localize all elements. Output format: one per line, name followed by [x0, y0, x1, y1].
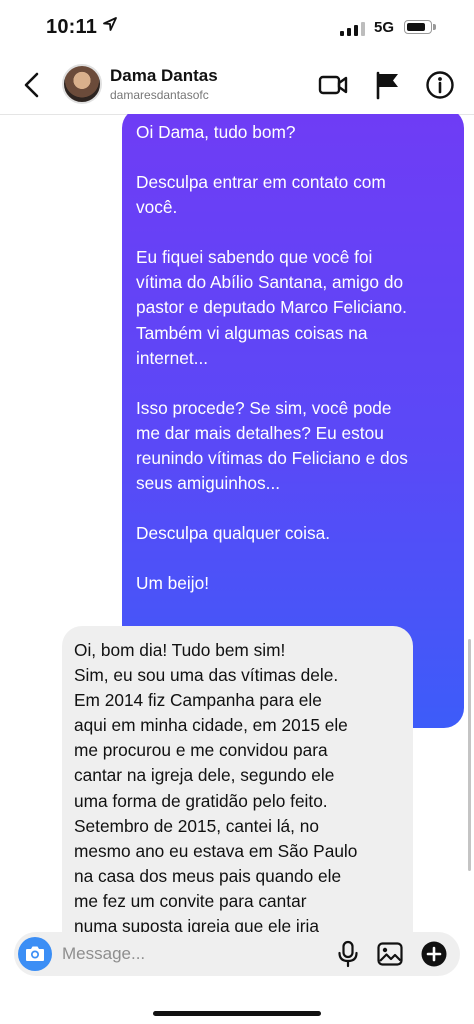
message-paragraph: Desculpa entrar em contato com você. [136, 172, 386, 218]
camera-icon [26, 946, 44, 961]
home-indicator[interactable] [153, 1011, 321, 1016]
add-icon[interactable] [420, 940, 448, 968]
message-line: aqui em minha cidade, em 2015 ele [74, 715, 348, 736]
message-line: me procurou e me convidou para [74, 740, 328, 761]
message-paragraph: Desculpa qualquer coisa. [136, 523, 331, 544]
camera-button[interactable] [18, 937, 52, 971]
message-composer[interactable]: Message... [14, 932, 460, 976]
avatar[interactable] [62, 64, 102, 104]
chat-header: Dama Dantas damaresdantasofc [0, 58, 474, 115]
message-line: Setembro de 2015, cantei lá, no [74, 815, 319, 836]
status-time: 10:11 [46, 16, 98, 38]
back-icon[interactable] [18, 70, 46, 100]
status-bar: 10:11 5G [0, 0, 474, 58]
info-icon[interactable] [425, 70, 455, 100]
message-line: me fez um convite para cantar [74, 890, 307, 911]
contact-name[interactable]: Dama Dantas [110, 66, 218, 86]
message-line: numa suposta igreja que ele iria [74, 916, 319, 932]
message-line: Sim, eu sou uma das vítimas dele. [74, 665, 339, 686]
signal-strength-icon [340, 22, 365, 36]
message-line: Em 2014 fiz Campanha para ele [74, 690, 322, 711]
message-line: cantar na igreja dele, segundo ele [74, 765, 335, 786]
message-line: Oi, bom dia! Tudo bem sim! [74, 640, 286, 660]
battery-icon [404, 20, 436, 34]
message-paragraph: Eu fiquei sabendo que você foi vítima do … [136, 247, 407, 368]
message-paragraph: Oi Dama, tudo bom? [136, 122, 296, 142]
message-line: mesmo ano eu estava em São Paulo [74, 840, 358, 861]
image-icon[interactable] [376, 940, 404, 968]
message-paragraph: Um beijo! [136, 573, 209, 594]
message-line: uma forma de gratidão pelo feito. [74, 790, 328, 811]
scrollbar[interactable] [468, 639, 471, 871]
message-thread[interactable]: Oi Dama, tudo bom? Desculpa entrar em co… [0, 114, 474, 932]
video-call-icon[interactable] [318, 70, 348, 100]
location-arrow-icon [103, 17, 117, 31]
message-input[interactable]: Message... [62, 944, 145, 964]
message-line: na casa dos meus pais quando ele [74, 865, 342, 886]
flag-icon[interactable] [373, 70, 403, 100]
network-type: 5G [374, 19, 395, 36]
contact-username[interactable]: damaresdantasofc [110, 88, 209, 102]
microphone-icon[interactable] [334, 940, 362, 968]
message-paragraph: Isso procede? Se sim, você pode me dar ma… [136, 397, 408, 494]
incoming-message-bubble[interactable]: Oi, bom dia! Tudo bem sim! Sim, eu sou u… [62, 626, 413, 932]
